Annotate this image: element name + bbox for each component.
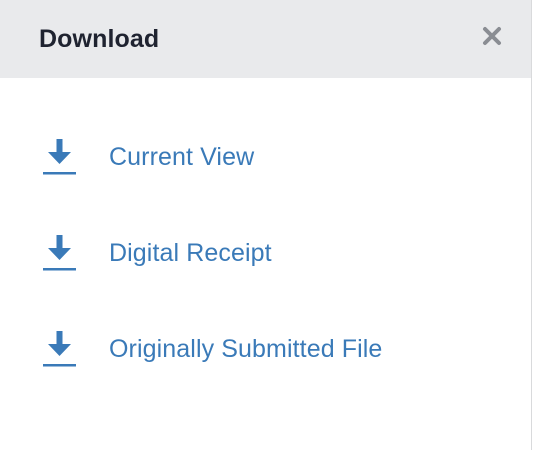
download-option-label: Digital Receipt bbox=[109, 238, 272, 267]
download-panel: Download Current View Digital Receipt Or… bbox=[0, 0, 532, 450]
download-icon bbox=[43, 233, 76, 273]
download-icon bbox=[43, 137, 76, 177]
download-icon bbox=[43, 329, 76, 369]
download-originally-submitted-file[interactable]: Originally Submitted File bbox=[0, 325, 531, 373]
panel-title: Download bbox=[39, 24, 160, 53]
download-digital-receipt[interactable]: Digital Receipt bbox=[0, 229, 531, 277]
close-icon bbox=[483, 27, 501, 45]
close-button[interactable] bbox=[481, 25, 503, 47]
download-options-list: Current View Digital Receipt Originally … bbox=[0, 78, 531, 373]
download-current-view[interactable]: Current View bbox=[0, 133, 531, 181]
download-option-label: Originally Submitted File bbox=[109, 334, 383, 363]
panel-header: Download bbox=[0, 0, 531, 78]
download-option-label: Current View bbox=[109, 142, 255, 171]
